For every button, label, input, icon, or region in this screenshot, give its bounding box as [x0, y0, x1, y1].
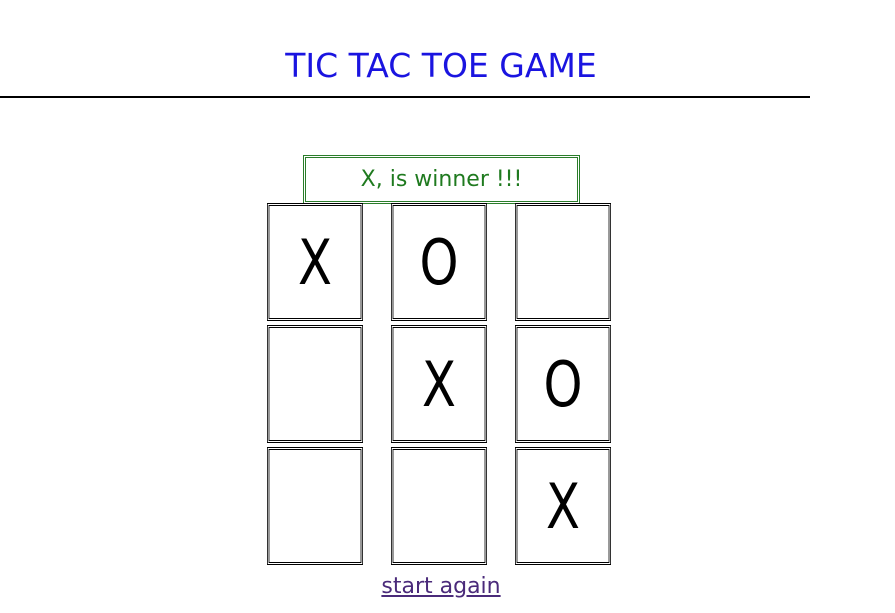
cell-mark: X — [422, 347, 456, 421]
board-cell-5[interactable]: X — [391, 325, 487, 443]
board-cell-6[interactable]: O — [515, 325, 611, 443]
cell-mark: O — [419, 225, 459, 299]
game-board: X O X O X — [255, 203, 627, 571]
cell-mark: O — [543, 347, 583, 421]
board-cell-1[interactable]: X — [267, 203, 363, 321]
cell-mark: X — [546, 469, 580, 543]
board-cell-3[interactable] — [515, 203, 611, 321]
board-cell-7[interactable] — [267, 447, 363, 565]
title-divider — [0, 96, 810, 98]
board-cell-8[interactable] — [391, 447, 487, 565]
board-cell-9[interactable]: X — [515, 447, 611, 565]
page-title: TIC TAC TOE GAME — [285, 46, 597, 85]
game-page: TIC TAC TOE GAME X, is winner !!! X O X … — [0, 0, 895, 613]
board-cell-2[interactable]: O — [391, 203, 487, 321]
board-cell-4[interactable] — [267, 325, 363, 443]
cell-mark: X — [298, 225, 332, 299]
start-again-link[interactable]: start again — [381, 574, 500, 599]
winner-status: X, is winner !!! — [303, 155, 580, 204]
restart-container: start again — [0, 572, 882, 602]
